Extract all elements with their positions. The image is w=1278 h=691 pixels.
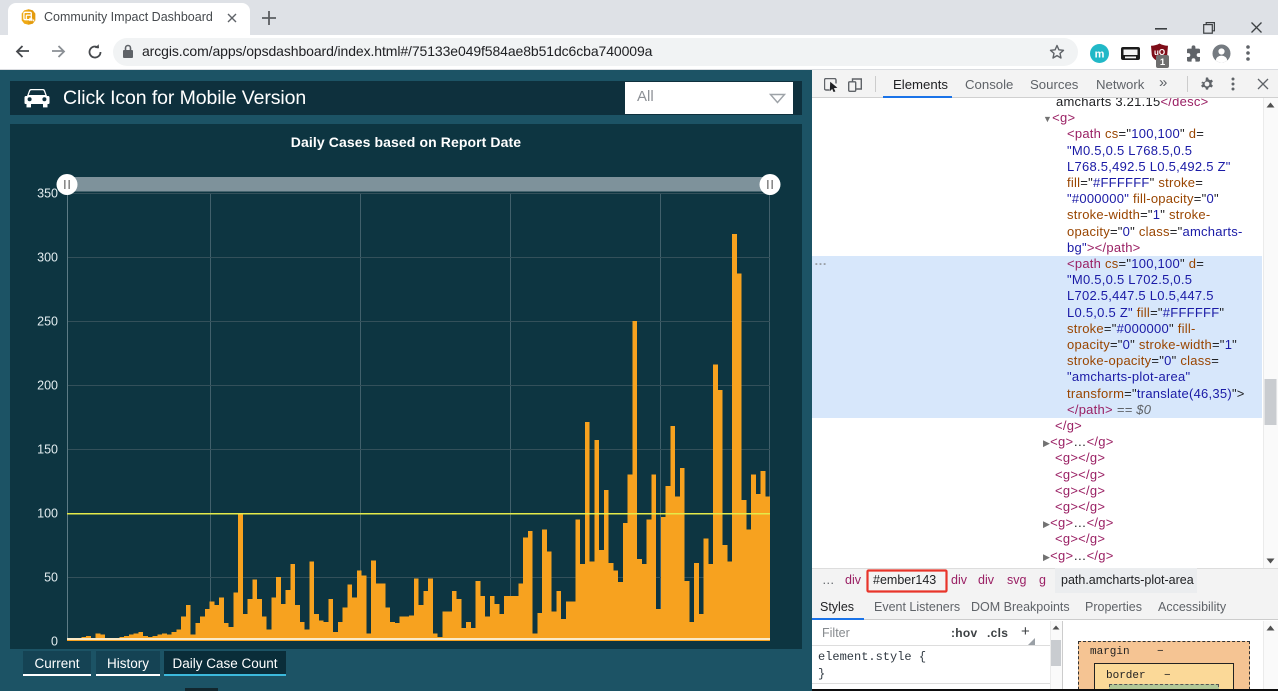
svg-text:50: 50 <box>44 571 58 585</box>
svg-text:300: 300 <box>37 251 58 265</box>
svg-text:350: 350 <box>37 187 58 201</box>
svg-text:1: 1 <box>1160 57 1166 68</box>
svg-text:100: 100 <box>37 507 58 521</box>
svg-text:250: 250 <box>37 315 58 329</box>
svg-text:0: 0 <box>51 635 58 649</box>
svg-text:200: 200 <box>37 379 58 393</box>
svg-text:150: 150 <box>37 443 58 457</box>
svg-text:m: m <box>1095 49 1105 61</box>
